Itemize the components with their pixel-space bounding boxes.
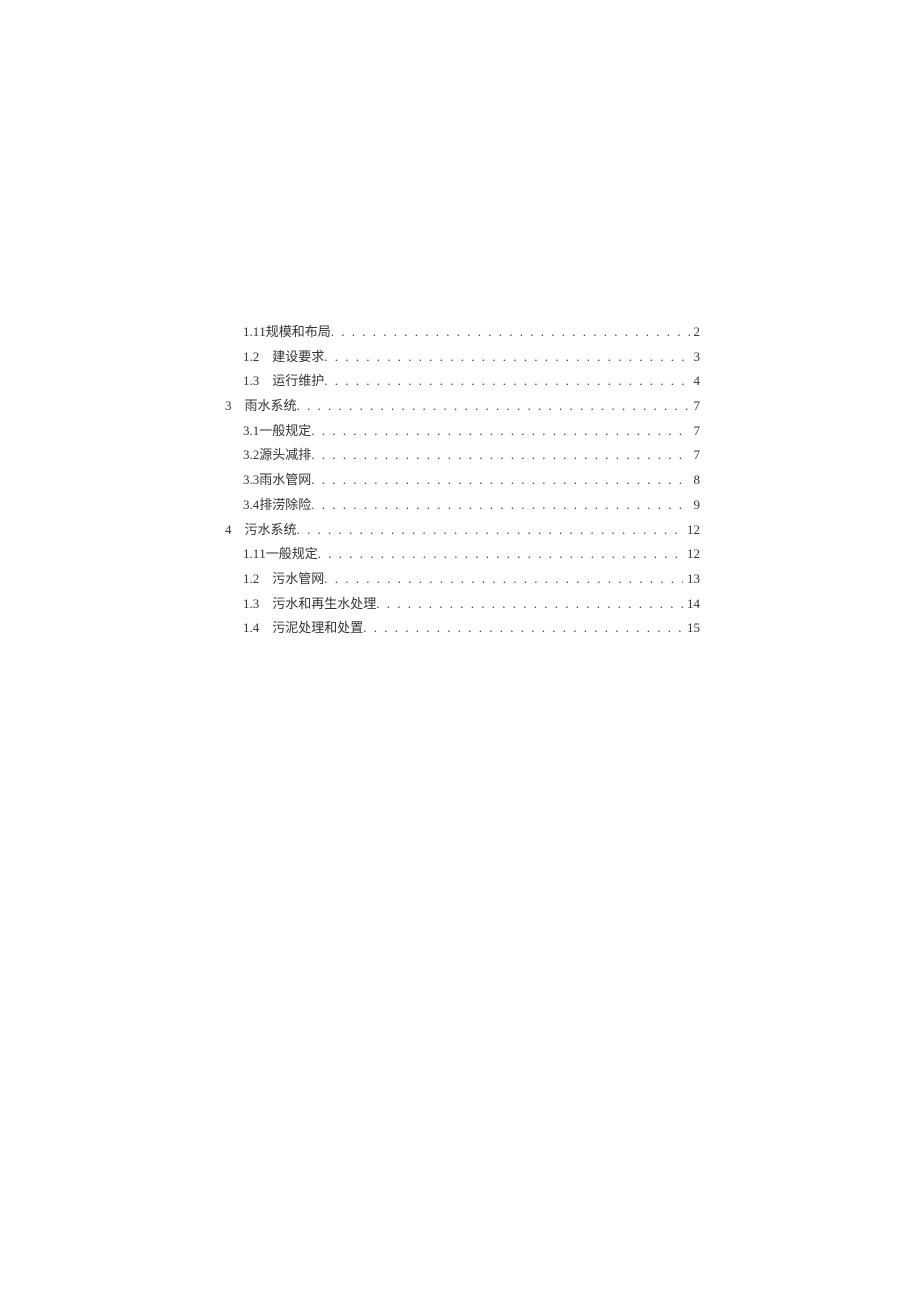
toc-entry-title: 雨水系统 (245, 394, 297, 419)
toc-dot-leader (376, 592, 683, 617)
toc-entry-number: 1.3 (243, 369, 259, 394)
toc-entry-page: 15 (683, 616, 700, 641)
toc-entry-title: 源头减排 (259, 443, 311, 468)
toc-entry: 3.3 雨水管网 8 (243, 468, 700, 493)
toc-entry-number: 3.2 (243, 443, 259, 468)
toc-entry-page: 12 (683, 542, 700, 567)
toc-entry-title: 雨水管网 (259, 468, 311, 493)
toc-entry-title: 一般规定 (259, 419, 311, 444)
toc-entry-number: 1.3 (243, 592, 259, 617)
toc-entry: 4 污水系统12 (225, 518, 700, 543)
toc-entry-page: 7 (690, 419, 701, 444)
toc-entry: 1.1 1 规模和布局2 (243, 320, 700, 345)
toc-entry-gap (232, 394, 245, 419)
toc-entry-number: 1.1 (243, 542, 259, 567)
toc-dot-leader (297, 518, 683, 543)
toc-entry: 3.2 源头减排 7 (243, 443, 700, 468)
toc-entry-gap (259, 567, 272, 592)
table-of-contents: 1.1 1 规模和布局21.2 建设要求31.3 运行维护43 雨水系统73.1… (225, 320, 700, 641)
document-page: 1.1 1 规模和布局21.2 建设要求31.3 运行维护43 雨水系统73.1… (0, 0, 920, 1301)
toc-entry-title: 建设要求 (272, 345, 324, 370)
toc-dot-leader (331, 320, 690, 345)
toc-entry-number: 1.1 (243, 320, 259, 345)
toc-entry-gap (232, 518, 245, 543)
toc-entry-page: 2 (690, 320, 701, 345)
toc-entry-gap (259, 592, 272, 617)
toc-dot-leader (324, 567, 683, 592)
toc-entry: 1.1 1 一般规定12 (243, 542, 700, 567)
toc-entry-page: 12 (683, 518, 700, 543)
toc-entry-number: 3.4 (243, 493, 259, 518)
toc-entry-number: 3.3 (243, 468, 259, 493)
toc-dot-leader (311, 493, 689, 518)
toc-entry: 1.3 污水和再生水处理 14 (243, 592, 700, 617)
toc-entry-number: 1.4 (243, 616, 259, 641)
toc-entry-page: 14 (683, 592, 700, 617)
toc-dot-leader (363, 616, 683, 641)
toc-entry-page: 7 (690, 394, 701, 419)
toc-entry-title: 污水和再生水处理 (272, 592, 376, 617)
toc-entry-gap (259, 369, 272, 394)
toc-entry-gap (259, 616, 272, 641)
toc-entry: 3.1 一般规定 7 (243, 419, 700, 444)
toc-entry-gap (259, 345, 272, 370)
toc-entry-title: 规模和布局 (266, 320, 331, 345)
toc-entry-page: 4 (690, 369, 701, 394)
toc-entry-title: 污水管网 (272, 567, 324, 592)
toc-dot-leader (311, 443, 689, 468)
toc-entry-title: 运行维护 (272, 369, 324, 394)
toc-entry-title: 污泥处理和处置 (272, 616, 363, 641)
toc-entry: 1.2 污水管网 13 (243, 567, 700, 592)
toc-entry-number: 1.2 (243, 567, 259, 592)
toc-dot-leader (297, 394, 690, 419)
toc-entry: 3.4 排涝除险 9 (243, 493, 700, 518)
toc-entry: 3 雨水系统7 (225, 394, 700, 419)
toc-entry-page: 3 (690, 345, 701, 370)
toc-entry-page: 8 (690, 468, 701, 493)
toc-dot-leader (311, 419, 689, 444)
toc-entry-number: 3.1 (243, 419, 259, 444)
toc-entry-page: 13 (683, 567, 700, 592)
toc-entry: 1.3 运行维护 4 (243, 369, 700, 394)
toc-dot-leader (324, 345, 689, 370)
toc-entry-title: 一般规定 (266, 542, 318, 567)
toc-dot-leader (324, 369, 689, 394)
toc-entry-number: 1.2 (243, 345, 259, 370)
toc-dot-leader (311, 468, 689, 493)
toc-dot-leader (318, 542, 683, 567)
toc-entry: 1.2 建设要求 3 (243, 345, 700, 370)
toc-entry-page: 7 (690, 443, 701, 468)
toc-entry-title: 排涝除险 (259, 493, 311, 518)
toc-entry-title: 污水系统 (245, 518, 297, 543)
toc-entry: 1.4 污泥处理和处置 15 (243, 616, 700, 641)
toc-entry-page: 9 (690, 493, 701, 518)
